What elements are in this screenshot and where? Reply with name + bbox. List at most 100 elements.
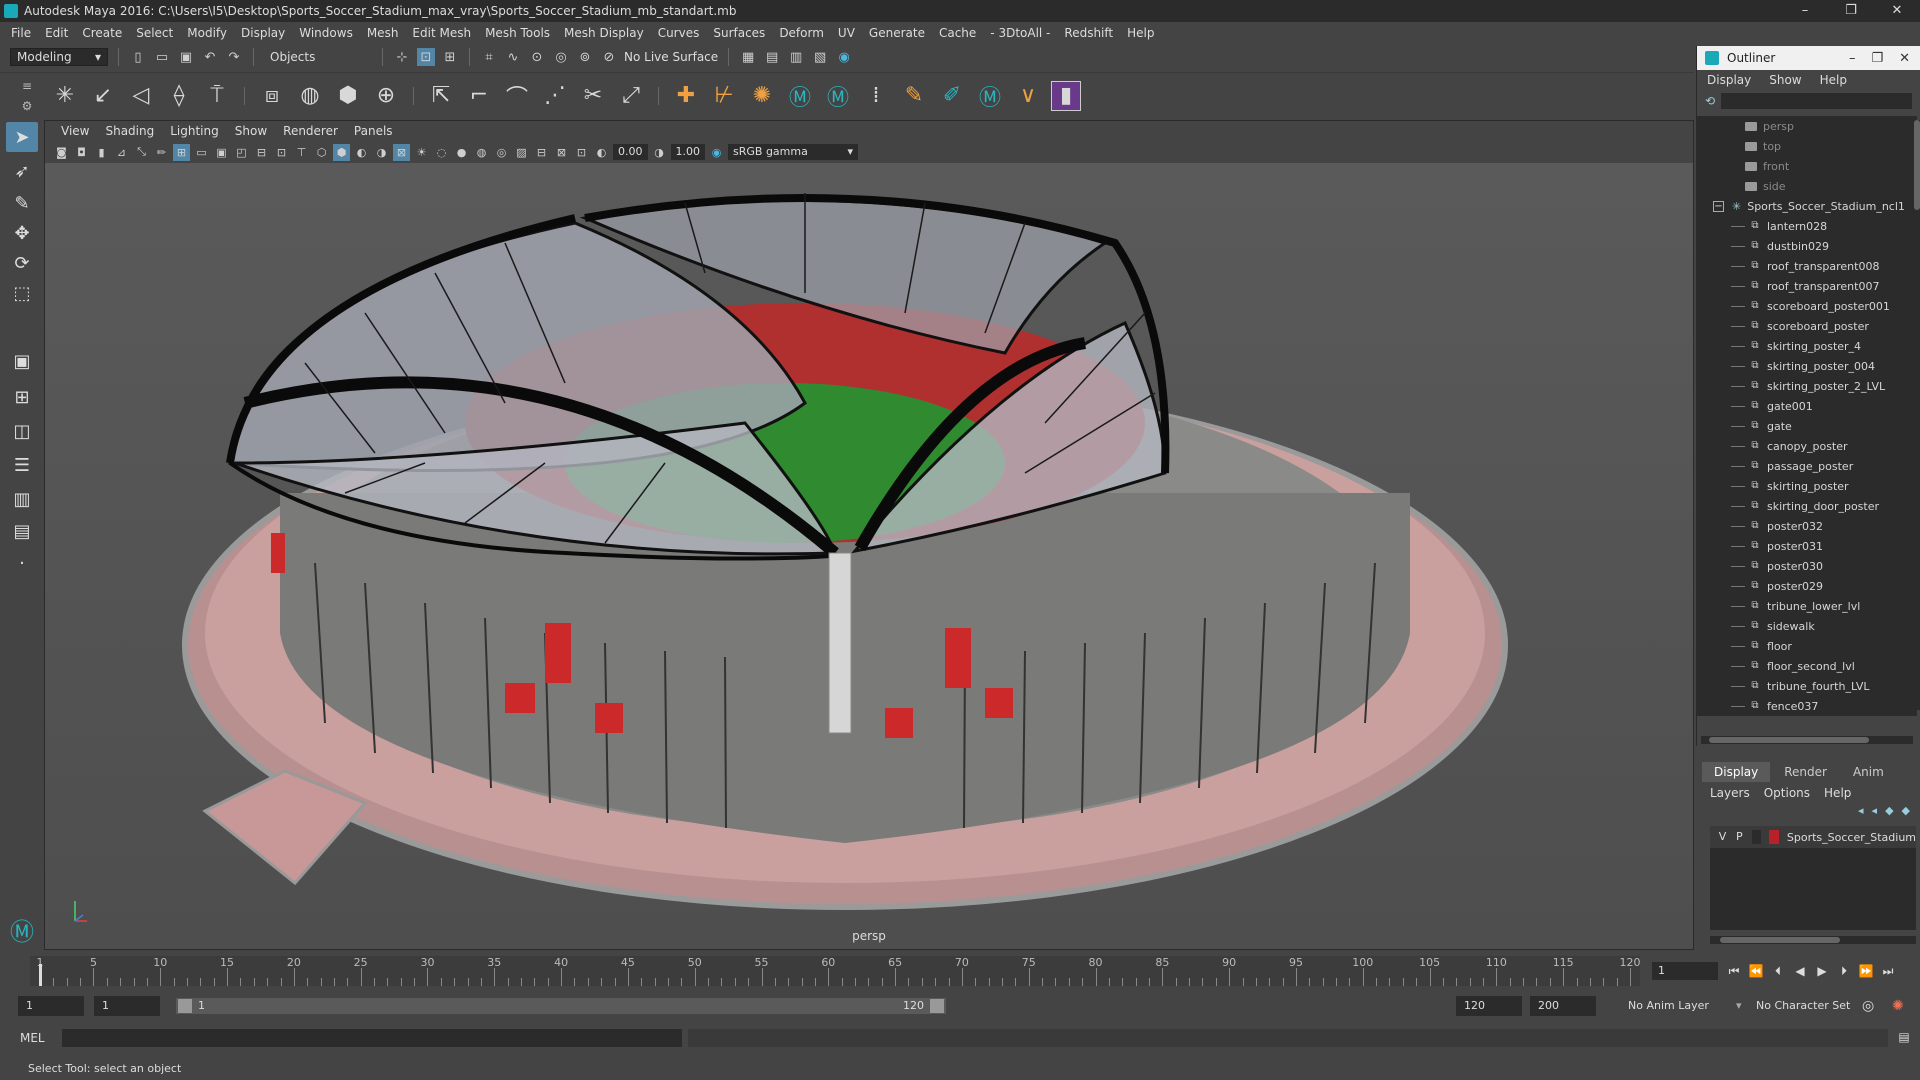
new-scene-icon[interactable]: ▯ xyxy=(129,48,147,66)
gamma-field[interactable]: 1.00 xyxy=(670,144,705,160)
two-d-pan-icon[interactable]: ⤡ xyxy=(133,144,150,161)
extrude-icon[interactable]: ⇱ xyxy=(426,81,456,111)
playback-range-bar[interactable]: 1 120 xyxy=(176,998,946,1014)
render-frame-icon[interactable]: ▥ xyxy=(787,48,805,66)
panel-menu-shading[interactable]: Shading xyxy=(97,124,162,138)
panel-menu-view[interactable]: View xyxy=(53,124,97,138)
sculpt-icon[interactable]: ⁞ xyxy=(861,81,891,111)
rotate-tool-icon[interactable]: ⟳ xyxy=(6,248,38,278)
grid-toggle-icon[interactable]: ⊞ xyxy=(173,143,190,161)
outliner-mesh-row[interactable]: ⧉ skirting_poster xyxy=(1697,476,1917,496)
outliner-tree[interactable]: persp top front side − ✳ Sports_Soccer_S… xyxy=(1697,116,1917,716)
layer-menu-layers[interactable]: Layers xyxy=(1710,786,1750,800)
graph-editor-icon[interactable]: ▮ xyxy=(1051,80,1081,111)
tab-anim[interactable]: Anim xyxy=(1841,762,1896,782)
go-to-end-icon[interactable]: ⏭ xyxy=(1880,962,1896,980)
polygon-cylinder-icon[interactable]: ⬢ xyxy=(333,81,363,111)
move-layer-down-icon[interactable]: ◂ xyxy=(1872,804,1878,824)
close-button[interactable]: ✕ xyxy=(1874,0,1920,22)
new-layer-from-selection-icon[interactable]: ◆ xyxy=(1902,804,1910,824)
create-locator-icon[interactable]: ✳ xyxy=(50,81,80,111)
outliner-mesh-row[interactable]: ⧉ sidewalk xyxy=(1697,616,1917,636)
scroll-thumb[interactable] xyxy=(1914,120,1920,210)
maximize-button[interactable]: ❐ xyxy=(1828,0,1874,22)
xray-components-icon[interactable]: ⊡ xyxy=(573,144,590,161)
gamma-icon[interactable]: ◑ xyxy=(651,144,668,161)
undo-icon[interactable]: ↶ xyxy=(201,48,219,66)
hypershade-icon[interactable]: Ⓜ xyxy=(823,81,853,111)
layer-playback-toggle[interactable]: P xyxy=(1735,830,1744,844)
script-language-toggle[interactable]: MEL xyxy=(20,1030,45,1046)
menu-surfaces[interactable]: Surfaces xyxy=(706,26,772,40)
scroll-thumb[interactable] xyxy=(1709,737,1869,743)
outliner-mesh-row[interactable]: ⧉ tribune_lower_lvl xyxy=(1697,596,1917,616)
anim-layer-dropdown[interactable]: No Anim Layer xyxy=(1628,996,1709,1016)
menu-uv[interactable]: UV xyxy=(831,26,862,40)
selection-mode-dropdown[interactable]: Objects xyxy=(264,48,372,66)
motion-blur-icon[interactable]: ● xyxy=(453,144,470,161)
snap-grid-icon[interactable]: ⌗ xyxy=(480,48,498,66)
layer-row[interactable]: V P Sports_Soccer_Stadium xyxy=(1710,826,1916,848)
paint-effects-icon[interactable]: ✐ xyxy=(937,81,967,111)
command-input[interactable] xyxy=(62,1029,682,1047)
step-forward-key-icon[interactable]: ⏵ xyxy=(1836,962,1852,980)
outliner-camera-row[interactable]: front xyxy=(1697,156,1917,176)
wireframe-on-shaded-icon[interactable]: ◐ xyxy=(353,144,370,161)
outliner-maximize-button[interactable]: ❐ xyxy=(1871,51,1883,66)
step-back-frame-icon[interactable]: ⏪ xyxy=(1748,962,1764,980)
resolution-gate-icon[interactable]: ▣ xyxy=(213,144,230,161)
outliner-mesh-row[interactable]: ⧉ scoreboard_poster001 xyxy=(1697,296,1917,316)
uv-editor-icon[interactable]: Ⓜ xyxy=(785,81,815,111)
layer-menu-help[interactable]: Help xyxy=(1824,786,1851,800)
filter-icon[interactable]: ⟲ xyxy=(1705,94,1715,108)
append-polygon-icon[interactable]: ⋰ xyxy=(540,81,570,111)
select-hierarchy-icon[interactable]: ⊹ xyxy=(393,48,411,66)
menu-file[interactable]: File xyxy=(4,26,38,40)
auto-key-icon[interactable]: ◎ xyxy=(1862,996,1874,1016)
shadows-icon[interactable]: ☀ xyxy=(413,144,430,161)
range-start-handle[interactable] xyxy=(178,999,192,1013)
menu-cache[interactable]: Cache xyxy=(932,26,983,40)
outliner-layout-icon[interactable]: ☰ xyxy=(6,450,38,480)
outliner-mesh-row[interactable]: ⧉ poster032 xyxy=(1697,516,1917,536)
timeline-ticks[interactable]: 1 5 10 15 20 25 30 35 40 45 50 55 60 65 70 75 80 85 90 95 10… xyxy=(30,956,1641,986)
scale-tool-icon[interactable]: ⬚ xyxy=(6,278,38,308)
freeze-transforms-icon[interactable]: ⊬ xyxy=(709,81,739,111)
layer-visibility-toggle[interactable]: V xyxy=(1718,830,1727,844)
gate-mask-icon[interactable]: ◰ xyxy=(233,144,250,161)
select-tool-icon[interactable]: ➤ xyxy=(6,122,38,152)
more-layouts-icon[interactable]: · xyxy=(6,548,38,578)
menu-select[interactable]: Select xyxy=(129,26,180,40)
menu-mesh-tools[interactable]: Mesh Tools xyxy=(478,26,557,40)
layer-color-swatch[interactable] xyxy=(1768,830,1779,844)
menu-display[interactable]: Display xyxy=(234,26,292,40)
redo-icon[interactable]: ↷ xyxy=(225,48,243,66)
menu-deform[interactable]: Deform xyxy=(772,26,831,40)
outliner-mesh-row[interactable]: ⧉ lantern028 xyxy=(1697,216,1917,236)
play-forwards-icon[interactable]: ▶ xyxy=(1814,962,1830,980)
outliner-mesh-row[interactable]: ⧉ roof_transparent008 xyxy=(1697,256,1917,276)
play-backwards-icon[interactable]: ◀ xyxy=(1792,962,1808,980)
use-all-lights-icon[interactable]: ⊠ xyxy=(393,143,410,161)
collapse-icon[interactable]: − xyxy=(1713,200,1724,212)
delete-history-icon[interactable]: ✺ xyxy=(747,81,777,111)
graph-layout-icon[interactable]: ▥ xyxy=(6,484,38,514)
render-settings-icon[interactable]: ▦ xyxy=(739,48,757,66)
hypershade-layout-icon[interactable]: ▤ xyxy=(6,516,38,546)
live-surface-icon[interactable]: ⊘ xyxy=(600,48,618,66)
field-chart-icon[interactable]: ⊟ xyxy=(253,144,270,161)
safe-action-icon[interactable]: ⊡ xyxy=(273,144,290,161)
render-globe-icon[interactable]: ◉ xyxy=(835,48,853,66)
menu-windows[interactable]: Windows xyxy=(292,26,360,40)
menu-redshift[interactable]: Redshift xyxy=(1057,26,1120,40)
outliner-close-button[interactable]: ✕ xyxy=(1899,51,1910,66)
playback-start-field[interactable]: 1 xyxy=(94,996,160,1016)
outliner-mesh-row[interactable]: ⧉ poster029 xyxy=(1697,576,1917,596)
exposure-field[interactable]: 0.00 xyxy=(613,144,648,160)
outliner-mesh-row[interactable]: ⧉ skirting_poster_4 xyxy=(1697,336,1917,356)
3d-viewport[interactable]: persp xyxy=(45,163,1693,949)
tab-display[interactable]: Display xyxy=(1702,762,1771,782)
mash-icon[interactable]: Ⓜ xyxy=(975,81,1005,111)
snap-curve-icon[interactable]: ∿ xyxy=(504,48,522,66)
outliner-horizontal-scrollbar[interactable] xyxy=(1701,736,1913,744)
